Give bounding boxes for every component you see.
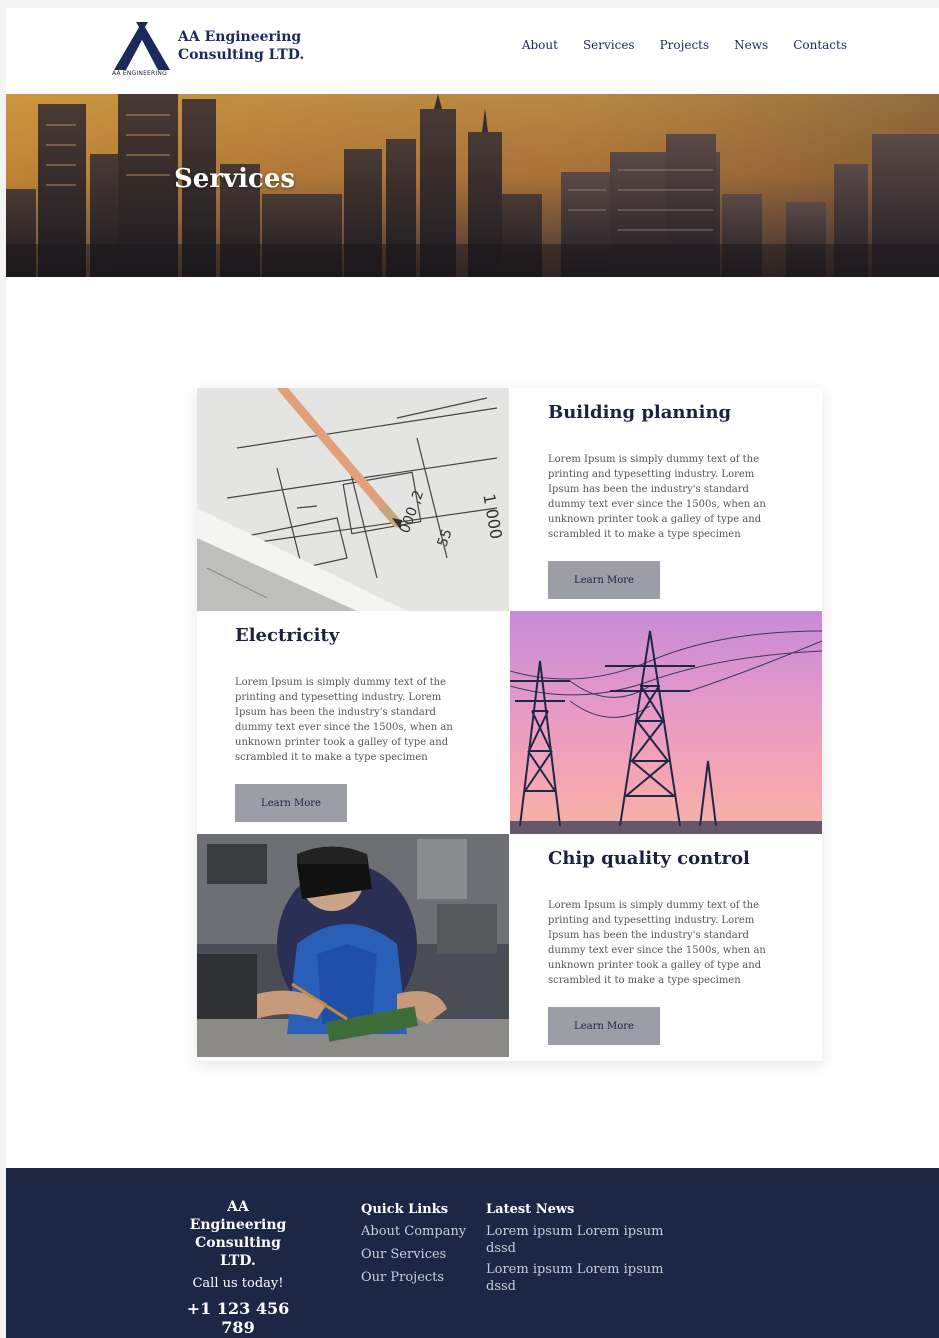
page-title: Services xyxy=(174,164,296,194)
footer-phone[interactable]: +1 123 456 789 xyxy=(178,1299,298,1337)
footer-company: AA Engineering Consulting LTD. Call us t… xyxy=(178,1198,298,1337)
brand-name-line2: Consulting LTD. xyxy=(178,47,305,63)
news-item[interactable]: Lorem ipsum Lorem ipsum dssd xyxy=(486,1223,676,1257)
footer-link-our-projects[interactable]: Our Projects xyxy=(361,1269,466,1286)
nav-projects[interactable]: Projects xyxy=(660,38,710,52)
hero-banner: Services xyxy=(6,94,939,277)
logo-caption: AA ENGINEERING xyxy=(112,70,167,77)
quick-links-heading: Quick Links xyxy=(361,1202,449,1217)
footer-quick-links: Quick Links About Company Our Services O… xyxy=(361,1202,466,1292)
service-title: Building planning xyxy=(548,402,732,423)
footer-company-line2: Consulting LTD. xyxy=(195,1235,281,1269)
learn-more-button[interactable]: Learn More xyxy=(548,1007,660,1045)
learn-more-button[interactable]: Learn More xyxy=(548,561,660,599)
top-frame xyxy=(0,0,939,8)
main-nav: About Services Projects News Contacts xyxy=(522,38,847,52)
footer-call-label: Call us today! xyxy=(192,1276,284,1291)
service-card-chip-quality: Chip quality control Lorem Ipsum is simp… xyxy=(510,834,822,1057)
latest-news-heading: Latest News xyxy=(486,1202,575,1217)
footer-company-line1: AA Engineering xyxy=(189,1199,287,1233)
site-footer: AA Engineering Consulting LTD. Call us t… xyxy=(6,1168,939,1338)
logo-mark-icon: AA ENGINEERING xyxy=(112,20,172,80)
chip-quality-image xyxy=(197,834,509,1057)
electricity-image xyxy=(510,611,822,834)
nav-contacts[interactable]: Contacts xyxy=(793,38,847,52)
service-description: Lorem Ipsum is simply dummy text of the … xyxy=(548,454,766,540)
footer-link-about-company[interactable]: About Company xyxy=(361,1223,466,1240)
footer-link-our-services[interactable]: Our Services xyxy=(361,1246,466,1263)
service-description: Lorem Ipsum is simply dummy text of the … xyxy=(548,900,766,986)
service-card-electricity: Electricity Lorem Ipsum is simply dummy … xyxy=(197,611,509,834)
learn-more-button[interactable]: Learn More xyxy=(235,784,347,822)
service-description: Lorem Ipsum is simply dummy text of the … xyxy=(235,677,453,763)
brand-name-line1: AA Engineering xyxy=(178,29,302,45)
nav-services[interactable]: Services xyxy=(583,38,635,52)
nav-about[interactable]: About xyxy=(522,38,558,52)
news-item[interactable]: Lorem ipsum Lorem ipsum dssd xyxy=(486,1261,676,1295)
service-title: Chip quality control xyxy=(548,848,750,869)
service-card-building-planning: Building planning Lorem Ipsum is simply … xyxy=(510,388,822,611)
footer-latest-news: Latest News Lorem ipsum Lorem ipsum dssd… xyxy=(486,1202,676,1299)
site-header: AA ENGINEERING AA Engineering Consulting… xyxy=(6,8,939,95)
brand-name: AA Engineering Consulting LTD. xyxy=(178,28,304,64)
city-skyline-image xyxy=(6,94,939,277)
service-title: Electricity xyxy=(235,625,340,646)
services-grid: 000 ,2 55 1 000 Building planning Lorem … xyxy=(197,388,822,1061)
nav-news[interactable]: News xyxy=(734,38,768,52)
building-planning-image: 000 ,2 55 1 000 xyxy=(197,388,509,611)
brand-logo[interactable]: AA ENGINEERING AA Engineering Consulting… xyxy=(112,20,304,80)
